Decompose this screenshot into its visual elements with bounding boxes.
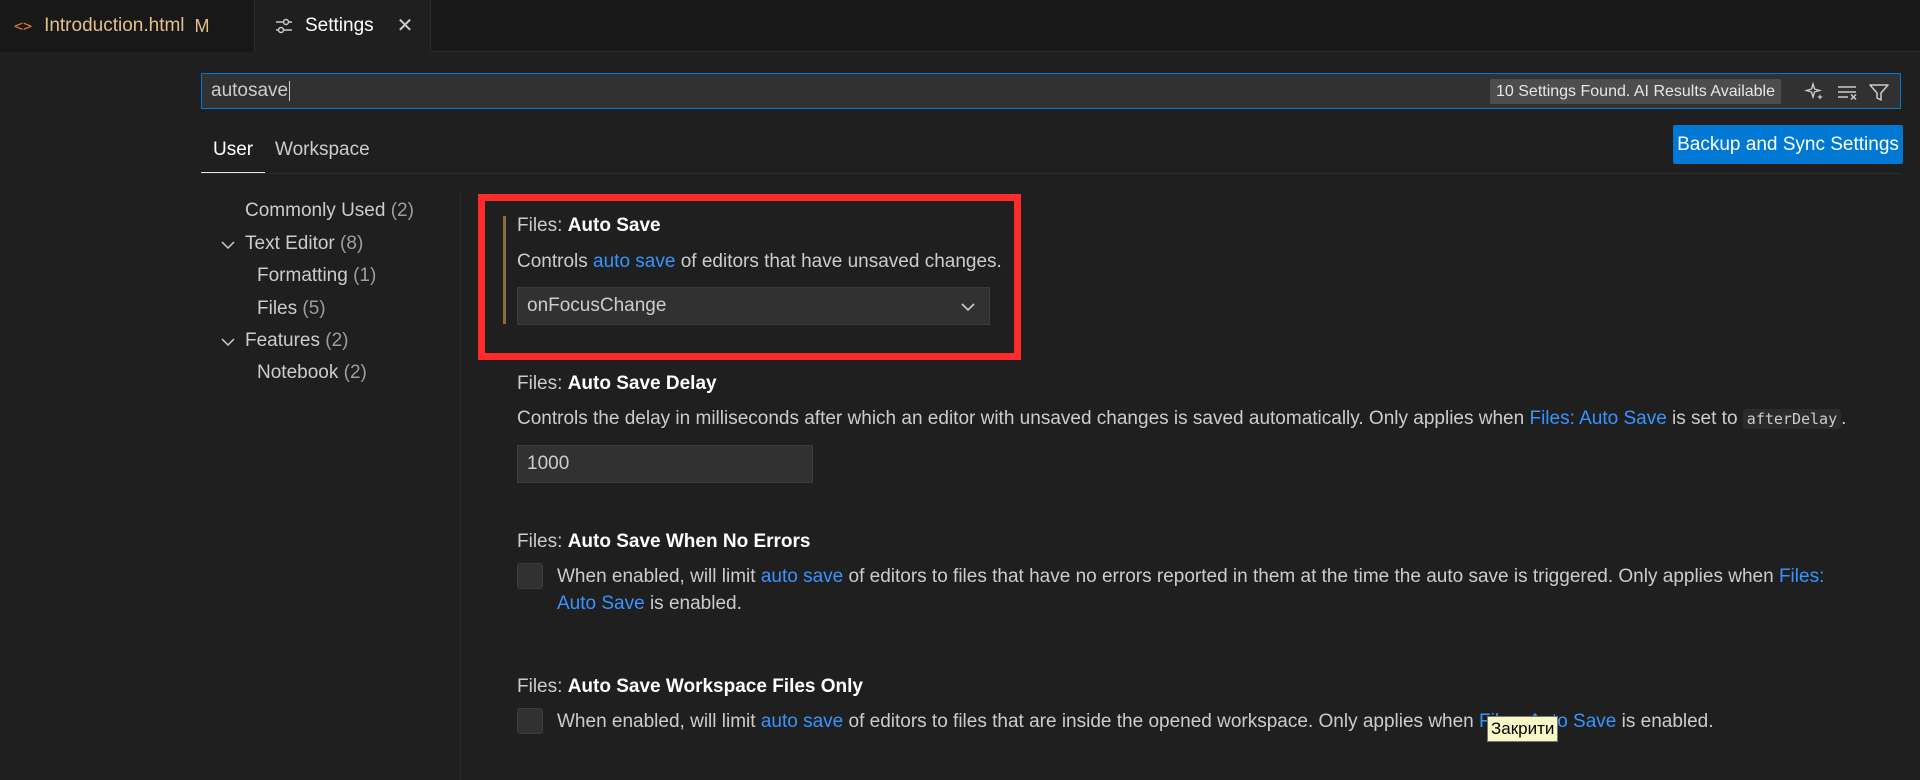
toc-item-formatting[interactable]: Formatting (1) xyxy=(257,265,376,287)
settings-icon xyxy=(275,18,293,34)
link-auto-save[interactable]: auto save xyxy=(593,251,675,272)
html-icon: <> xyxy=(14,17,33,35)
chevron-down-icon xyxy=(961,303,975,312)
link-auto-save[interactable]: auto save xyxy=(761,711,843,732)
search-value: autosave xyxy=(211,80,289,101)
auto-save-delay-input[interactable]: 1000 xyxy=(517,445,813,483)
setting-desc-auto-save-no-errors: When enabled, will limit auto save of ed… xyxy=(557,566,1825,614)
settings-search-input[interactable]: autosave 10 Settings Found. AI Results A… xyxy=(201,73,1901,109)
tab-introduction-html[interactable]: <> Introduction.html M xyxy=(0,0,255,52)
toc-item-features[interactable]: Features (2) xyxy=(245,330,349,352)
chevron-down-icon[interactable] xyxy=(220,237,236,253)
setting-desc-auto-save-workspace: When enabled, will limit auto save of ed… xyxy=(557,711,1714,732)
modified-indicator-bar xyxy=(503,216,506,324)
tab-label: Introduction.html xyxy=(44,15,185,36)
link-files-auto-save[interactable]: Files: Auto Save xyxy=(1529,408,1666,429)
tab-label: Settings xyxy=(305,15,374,36)
editor-tab-bar: <> Introduction.html M Settings ✕ xyxy=(0,0,1920,52)
link-auto-save[interactable]: auto save xyxy=(761,566,843,587)
toc-divider xyxy=(460,193,461,780)
setting-title-auto-save-no-errors: Files: Auto Save When No Errors xyxy=(517,531,811,552)
sparkle-icon[interactable] xyxy=(1802,79,1828,105)
setting-desc-auto-save-delay: Controls the delay in milliseconds after… xyxy=(517,408,1847,429)
toc-item-text-editor[interactable]: Text Editor (8) xyxy=(245,233,363,255)
filter-icon[interactable] xyxy=(1866,79,1892,105)
clear-filter-icon[interactable] xyxy=(1834,79,1860,105)
setting-title-auto-save-workspace: Files: Auto Save Workspace Files Only xyxy=(517,676,863,697)
setting-title-auto-save: Files: Auto Save xyxy=(517,215,661,236)
toc-item-commonly-used[interactable]: Commonly Used (2) xyxy=(245,200,414,222)
setting-desc-auto-save: Controls auto save of editors that have … xyxy=(517,251,1002,272)
auto-save-workspace-checkbox[interactable] xyxy=(517,708,543,734)
modified-indicator: M xyxy=(194,15,210,36)
tab-user[interactable]: User xyxy=(201,130,266,173)
code-chip: afterDelay xyxy=(1742,409,1842,429)
setting-title-auto-save-delay: Files: Auto Save Delay xyxy=(517,373,717,394)
auto-save-select[interactable]: onFocusChange xyxy=(517,287,990,325)
tab-settings[interactable]: Settings ✕ xyxy=(255,0,431,52)
tab-workspace[interactable]: Workspace xyxy=(275,130,370,172)
header-divider xyxy=(201,173,1901,174)
toc-item-notebook[interactable]: Notebook (2) xyxy=(257,362,367,384)
chevron-down-icon[interactable] xyxy=(220,334,236,350)
text-caret xyxy=(289,81,291,101)
results-count-badge: 10 Settings Found. AI Results Available xyxy=(1490,79,1781,104)
close-icon[interactable]: ✕ xyxy=(394,14,416,37)
toc-item-files[interactable]: Files (5) xyxy=(257,298,326,320)
close-tooltip: Закрити xyxy=(1487,716,1559,742)
backup-sync-button[interactable]: Backup and Sync Settings xyxy=(1673,125,1903,164)
auto-save-no-errors-checkbox[interactable] xyxy=(517,563,543,589)
